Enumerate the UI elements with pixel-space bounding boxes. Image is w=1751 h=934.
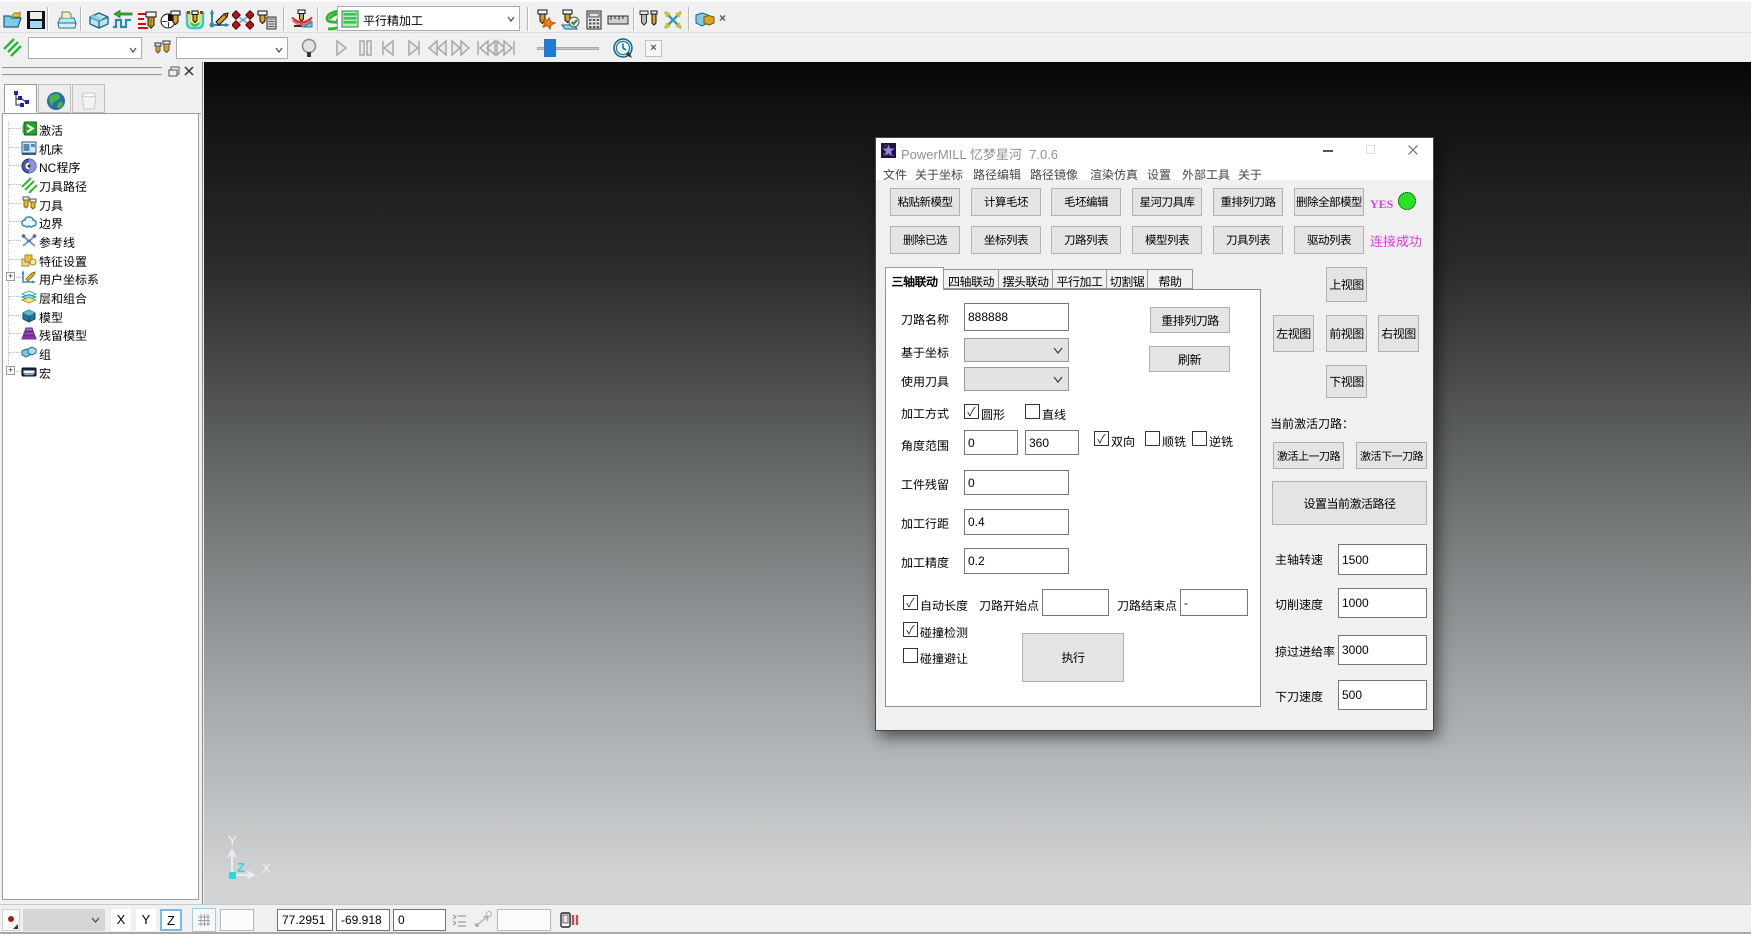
svg-text:X: X [262, 861, 271, 876]
svg-text:Z: Z [237, 860, 245, 875]
svg-text:Y: Y [228, 833, 237, 848]
